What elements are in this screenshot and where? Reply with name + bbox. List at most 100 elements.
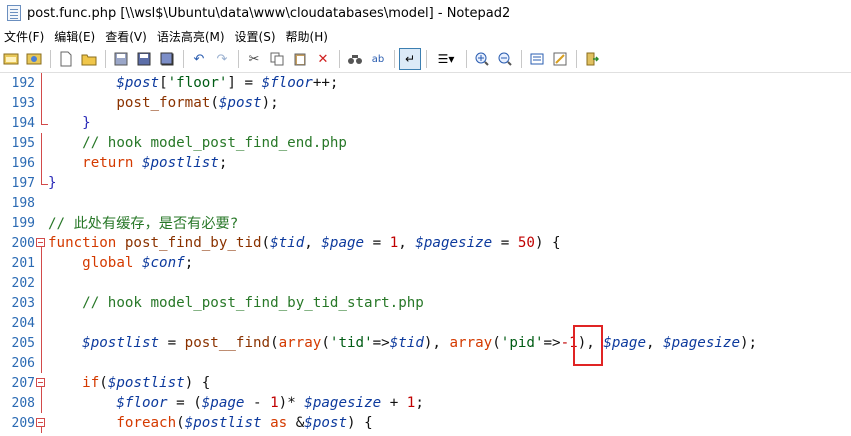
- fold-guide: [35, 273, 48, 293]
- code-line[interactable]: 196 return $postlist;: [0, 153, 851, 173]
- code-text: // hook model_post_find_end.php: [48, 135, 347, 151]
- paste-icon[interactable]: [289, 48, 311, 70]
- new-file-icon[interactable]: [55, 48, 77, 70]
- open-file-icon[interactable]: [78, 48, 100, 70]
- zoom-out-icon[interactable]: [494, 48, 516, 70]
- code-token: post_format: [116, 95, 211, 111]
- fold-guide: [35, 313, 48, 333]
- code-line[interactable]: 204: [0, 313, 851, 333]
- save-all-icon[interactable]: [156, 48, 178, 70]
- save-as-icon[interactable]: [133, 48, 155, 70]
- code-token: $floor: [261, 75, 313, 91]
- exit-icon[interactable]: [581, 48, 603, 70]
- code-token: =: [492, 235, 518, 251]
- line-number: 209: [11, 415, 35, 431]
- line-number: 196: [11, 155, 35, 171]
- code-token: -: [244, 395, 271, 411]
- line-number: 198: [11, 195, 35, 211]
- code-line[interactable]: 203 // hook model_post_find_by_tid_start…: [0, 293, 851, 313]
- menu-view[interactable]: 查看(V): [101, 28, 153, 45]
- line-number: 203: [11, 295, 35, 311]
- toolbar-separator: [426, 50, 427, 68]
- code-line[interactable]: 208 $floor = ($page - 1)* $pagesize + 1;: [0, 393, 851, 413]
- code-line[interactable]: 207 if($postlist) {: [0, 373, 851, 393]
- font-icon[interactable]: [549, 48, 571, 70]
- code-token: ++;: [312, 75, 339, 91]
- code-token: ,: [304, 235, 322, 251]
- code-editor[interactable]: 192 $post['floor'] = $floor++; 193 post_f…: [0, 73, 851, 436]
- code-token: (: [210, 95, 219, 111]
- code-token: )*: [278, 395, 305, 411]
- toolbar-separator: [183, 50, 184, 68]
- delete-icon[interactable]: ✕: [312, 48, 334, 70]
- fold-guide: [35, 73, 48, 93]
- favorites-icon[interactable]: [23, 48, 45, 70]
- code-text: function post_find_by_tid($tid, $page = …: [48, 235, 561, 251]
- toolbar-separator: [576, 50, 577, 68]
- save-icon[interactable]: [110, 48, 132, 70]
- fold-margin: [35, 213, 48, 233]
- code-text: $postlist = post__find(array('tid'=>$tid…: [48, 335, 757, 351]
- settings-icon[interactable]: [526, 48, 548, 70]
- zoom-in-icon[interactable]: [471, 48, 493, 70]
- menu-edit[interactable]: 编辑(E): [50, 28, 101, 45]
- code-line[interactable]: 202: [0, 273, 851, 293]
- code-token: $page: [603, 335, 647, 351]
- word-wrap-icon[interactable]: ↵: [399, 48, 421, 70]
- line-number: 194: [11, 115, 35, 131]
- fold-toggle-icon[interactable]: [35, 413, 48, 433]
- code-text: $floor = ($page - 1)* $pagesize + 1;: [48, 395, 424, 411]
- code-token: $pagesize: [663, 335, 740, 351]
- code-text: foreach($postlist as &$post) {: [48, 415, 372, 431]
- code-token: = (: [167, 395, 202, 411]
- code-line[interactable]: 195 // hook model_post_find_end.php: [0, 133, 851, 153]
- explorer-icon[interactable]: [0, 48, 22, 70]
- code-line[interactable]: 209 foreach($postlist as &$post) {: [0, 413, 851, 433]
- code-line[interactable]: 193 post_format($post);: [0, 93, 851, 113]
- code-token: ,: [398, 235, 416, 251]
- code-token: ) {: [184, 375, 211, 391]
- cut-icon[interactable]: ✂: [243, 48, 265, 70]
- menu-syntax[interactable]: 语法高亮(M): [153, 28, 231, 45]
- code-line[interactable]: 205 $postlist = post__find(array('tid'=>…: [0, 333, 851, 353]
- code-token: if: [82, 375, 100, 391]
- code-token: ) {: [534, 235, 561, 251]
- replace-icon[interactable]: ab: [367, 48, 389, 70]
- code-token: // 此处有缓存，是否有必要?: [48, 216, 239, 232]
- code-token: (: [261, 235, 271, 251]
- code-line[interactable]: 206: [0, 353, 851, 373]
- code-text: post_format($post);: [48, 95, 278, 111]
- code-token: $postlist: [184, 415, 262, 431]
- code-line[interactable]: 192 $post['floor'] = $floor++;: [0, 73, 851, 93]
- code-line[interactable]: 200 function post_find_by_tid($tid, $page…: [0, 233, 851, 253]
- toolbar-separator: [50, 50, 51, 68]
- copy-icon[interactable]: [266, 48, 288, 70]
- code-token: ,: [646, 335, 664, 351]
- fold-toggle-icon[interactable]: [35, 233, 48, 253]
- line-number: 200: [11, 235, 35, 251]
- code-line[interactable]: 194 }: [0, 113, 851, 133]
- toolbar-separator: [394, 50, 395, 68]
- code-token: foreach: [116, 415, 177, 431]
- fold-end-marker: [35, 113, 48, 133]
- menu-file[interactable]: 文件(F): [0, 28, 50, 45]
- menu-help[interactable]: 帮助(H): [282, 28, 334, 45]
- code-line[interactable]: 198: [0, 193, 851, 213]
- code-line[interactable]: 201 global $conf;: [0, 253, 851, 273]
- fold-toggle-icon[interactable]: [35, 373, 48, 393]
- line-number: 192: [11, 75, 35, 91]
- menu-settings[interactable]: 设置(S): [231, 28, 282, 45]
- code-token: =: [159, 335, 185, 351]
- undo-icon[interactable]: ↶: [188, 48, 210, 70]
- code-token: post_find_by_tid: [124, 235, 262, 251]
- scheme-icon[interactable]: ☰▾: [431, 48, 461, 70]
- redo-icon[interactable]: ↷: [211, 48, 233, 70]
- code-token: array: [449, 335, 493, 351]
- code-line[interactable]: 199 // 此处有缓存，是否有必要?: [0, 213, 851, 233]
- code-token: (: [270, 335, 279, 351]
- find-icon[interactable]: [344, 48, 366, 70]
- code-line[interactable]: 197}: [0, 173, 851, 193]
- code-token: ),: [423, 335, 450, 351]
- code-token: function: [48, 235, 125, 251]
- toolbar-separator: [238, 50, 239, 68]
